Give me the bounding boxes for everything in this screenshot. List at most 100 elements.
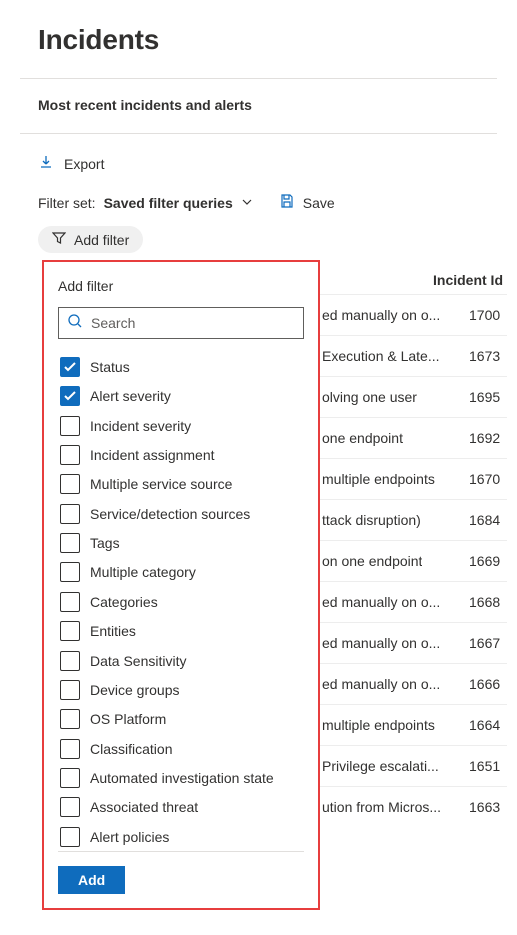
checkbox[interactable]: [60, 621, 80, 641]
search-input[interactable]: [91, 315, 295, 331]
filter-option[interactable]: Multiple service source: [58, 470, 304, 498]
table-row[interactable]: Execution & Late...1673: [318, 335, 507, 376]
checkbox[interactable]: [60, 386, 80, 406]
section-subhead: Most recent incidents and alerts: [38, 97, 497, 113]
table-row[interactable]: ed manually on o... 1700: [318, 294, 507, 335]
filter-option[interactable]: Tags: [58, 529, 304, 557]
filter-set-dropdown[interactable]: Saved filter queries: [104, 195, 233, 211]
search-input-wrapper[interactable]: [58, 307, 304, 339]
add-filter-label: Add filter: [74, 232, 129, 248]
filter-icon: [52, 231, 66, 248]
table-row[interactable]: one endpoint 1692: [318, 417, 507, 458]
incident-name-cell: multiple endpoints: [322, 717, 435, 733]
table-row[interactable]: ed manually on o...1667: [318, 622, 507, 663]
incident-id-cell: 1692: [461, 430, 503, 446]
checkbox[interactable]: [60, 416, 80, 436]
incident-id-cell: 1668: [461, 594, 503, 610]
table-row[interactable]: multiple endpoints1664: [318, 704, 507, 745]
filter-option[interactable]: Alert severity: [58, 382, 304, 410]
incident-name-cell: Privilege escalati...: [322, 758, 439, 774]
checkbox[interactable]: [60, 651, 80, 671]
incident-name-cell: one endpoint: [322, 430, 403, 446]
checkbox[interactable]: [60, 592, 80, 612]
filter-option[interactable]: Status: [58, 353, 304, 381]
download-icon[interactable]: [38, 154, 54, 173]
table-row[interactable]: on one endpoint 1669: [318, 540, 507, 581]
filter-option[interactable]: Data Sensitivity: [58, 646, 304, 674]
popup-title: Add filter: [58, 278, 304, 294]
filter-option[interactable]: Classification: [58, 735, 304, 763]
incident-name-cell: ed manually on o...: [322, 307, 440, 323]
filter-option-label: Alert policies: [90, 829, 169, 845]
checkbox[interactable]: [60, 827, 80, 847]
filter-option[interactable]: Entities: [58, 617, 304, 645]
add-filter-popup: Add filter StatusAlert severityIncident …: [42, 260, 320, 910]
filter-option[interactable]: Device groups: [58, 676, 304, 704]
table-row[interactable]: ed manually on o...1668: [318, 581, 507, 622]
checkbox[interactable]: [60, 533, 80, 553]
checkbox[interactable]: [60, 739, 80, 759]
filter-option-label: Multiple category: [90, 564, 196, 580]
table-row[interactable]: multiple endpoints1670: [318, 458, 507, 499]
filter-option[interactable]: OS Platform: [58, 705, 304, 733]
filter-option[interactable]: Service/detection sources: [58, 500, 304, 528]
checkbox[interactable]: [60, 709, 80, 729]
checkbox[interactable]: [60, 680, 80, 700]
filter-option[interactable]: Automated investigation state: [58, 764, 304, 792]
incident-name-cell: ttack disruption): [322, 512, 421, 528]
filter-options-list: Status Alert severityIncident severityInc…: [58, 353, 304, 852]
filter-set-row: Filter set: Saved filter queries Save: [20, 193, 497, 226]
checkbox[interactable]: [60, 562, 80, 582]
table-row[interactable]: ution from Micros...1663: [318, 786, 507, 827]
filter-option-label: Associated threat: [90, 799, 198, 815]
checkbox[interactable]: [60, 797, 80, 817]
add-filter-pill[interactable]: Add filter: [38, 226, 143, 253]
checkbox[interactable]: [60, 474, 80, 494]
incident-name-cell: ed manually on o...: [322, 676, 440, 692]
col-incident-id[interactable]: Incident Id: [433, 272, 503, 288]
filter-option-label: OS Platform: [90, 711, 166, 727]
checkbox[interactable]: [60, 445, 80, 465]
filter-set-label: Filter set:: [38, 195, 96, 211]
filter-option[interactable]: Categories: [58, 588, 304, 616]
filter-option[interactable]: Incident assignment: [58, 441, 304, 469]
checkbox[interactable]: [60, 504, 80, 524]
incidents-table: Incident Id ed manually on o... 1700 Execu…: [318, 266, 507, 827]
incident-id-cell: 1684: [461, 512, 503, 528]
checkbox[interactable]: [60, 768, 80, 788]
incident-id-cell: 1669: [461, 553, 503, 569]
table-row[interactable]: Privilege escalati... 1651: [318, 745, 507, 786]
incident-name-cell: olving one user: [322, 389, 417, 405]
save-button[interactable]: Save: [303, 195, 335, 211]
table-row[interactable]: olving one user1695: [318, 376, 507, 417]
filter-option-label: Categories: [90, 594, 158, 610]
page-title: Incidents: [38, 24, 497, 56]
filter-option-label: Multiple service source: [90, 476, 232, 492]
search-icon: [67, 313, 91, 332]
chevron-down-icon[interactable]: [241, 195, 253, 211]
incident-id-cell: 1651: [461, 758, 503, 774]
filter-option-label: Entities: [90, 623, 136, 639]
filter-option-label: Classification: [90, 741, 172, 757]
filter-option[interactable]: Incident severity: [58, 411, 304, 439]
incident-name-cell: on one endpoint: [322, 553, 422, 569]
table-row[interactable]: ttack disruption) 1684: [318, 499, 507, 540]
filter-option-label: Tags: [90, 535, 120, 551]
export-button[interactable]: Export: [64, 156, 104, 172]
filter-option-label: Data Sensitivity: [90, 653, 186, 669]
add-button[interactable]: Add: [58, 866, 125, 894]
save-icon[interactable]: [261, 193, 295, 212]
filter-option[interactable]: Associated threat: [58, 793, 304, 821]
filter-option-label: Status: [90, 359, 130, 375]
table-row[interactable]: ed manually on o...1666: [318, 663, 507, 704]
table-header: Incident Id: [318, 266, 507, 294]
filter-option[interactable]: Multiple category: [58, 558, 304, 586]
incident-id-cell: 1700: [461, 307, 503, 323]
divider: [20, 78, 497, 79]
checkbox[interactable]: [60, 357, 80, 377]
incident-id-cell: 1663: [461, 799, 503, 815]
incident-name-cell: multiple endpoints: [322, 471, 435, 487]
filter-option[interactable]: Alert policies: [58, 823, 304, 851]
incident-id-cell: 1673: [461, 348, 503, 364]
filter-option-label: Service/detection sources: [90, 506, 250, 522]
